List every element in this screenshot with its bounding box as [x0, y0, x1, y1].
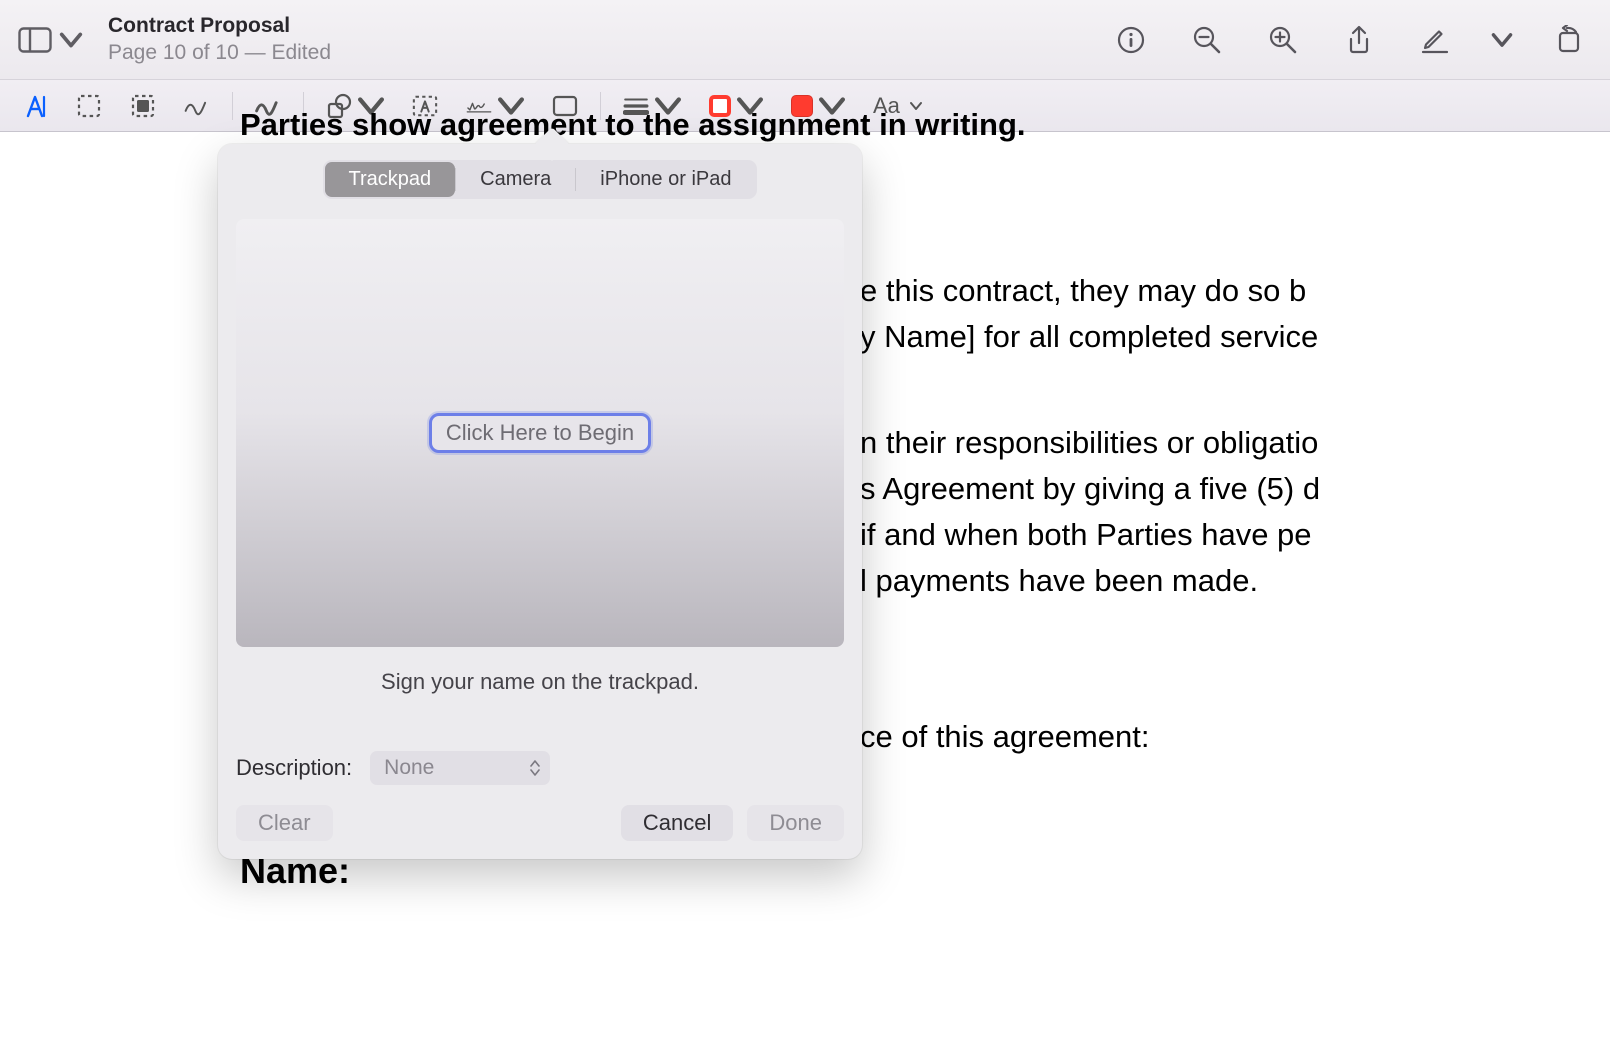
share-icon: [1344, 25, 1374, 55]
clear-button[interactable]: Clear: [236, 805, 333, 841]
chevron-down-icon: [1490, 25, 1514, 55]
toolbar-right-group: [1110, 19, 1596, 61]
zoom-in-button[interactable]: [1262, 19, 1304, 61]
info-icon: [1116, 25, 1146, 55]
doc-text-line: y Name] for all completed service: [860, 314, 1610, 360]
rotate-button[interactable]: [1548, 19, 1590, 61]
stepper-icon: [530, 760, 540, 776]
markup-more-button[interactable]: [1490, 19, 1514, 61]
doc-text-line: e this contract, they may do so b: [860, 268, 1610, 314]
doc-heading-line: Parties show agreement to the assignment…: [240, 102, 1610, 148]
begin-signature-button[interactable]: Click Here to Begin: [429, 413, 651, 453]
pencil-icon: [1420, 25, 1450, 55]
tab-device[interactable]: iPhone or iPad: [576, 162, 755, 197]
signature-canvas[interactable]: Click Here to Begin: [236, 219, 844, 647]
doc-text-line: l payments have been made.: [860, 558, 1610, 604]
share-button[interactable]: [1338, 19, 1380, 61]
sidebar-toggle-button[interactable]: [10, 21, 96, 59]
description-row: Description: None: [236, 751, 844, 785]
markup-button[interactable]: [1414, 19, 1456, 61]
chevron-down-icon: [54, 27, 88, 53]
done-button[interactable]: Done: [747, 805, 844, 841]
tab-camera[interactable]: Camera: [456, 162, 575, 197]
title-block: Contract Proposal Page 10 of 10 — Edited: [108, 13, 331, 66]
cancel-button[interactable]: Cancel: [621, 805, 733, 841]
doc-text-line: if and when both Parties have pe: [860, 512, 1610, 558]
toolbar-left-group: Contract Proposal Page 10 of 10 — Edited: [10, 13, 331, 66]
signature-hint: Sign your name on the trackpad.: [236, 669, 844, 695]
description-value: None: [384, 756, 434, 780]
description-label: Description:: [236, 755, 352, 781]
doc-text-line: n their responsibilities or obligatio: [860, 420, 1610, 466]
zoom-out-icon: [1192, 25, 1222, 55]
tab-trackpad[interactable]: Trackpad: [325, 162, 456, 197]
doc-text-line: ce of this agreement:: [860, 714, 1610, 760]
sidebar-icon: [18, 27, 52, 53]
info-button[interactable]: [1110, 19, 1152, 61]
document-title: Contract Proposal: [108, 13, 331, 39]
popover-button-row: Clear Cancel Done: [236, 805, 844, 841]
window-toolbar: Contract Proposal Page 10 of 10 — Edited: [0, 0, 1610, 80]
zoom-in-icon: [1268, 25, 1298, 55]
doc-text-line: s Agreement by giving a five (5) d: [860, 466, 1610, 512]
description-select[interactable]: None: [370, 751, 550, 785]
document-subtitle: Page 10 of 10 — Edited: [108, 40, 331, 66]
zoom-out-button[interactable]: [1186, 19, 1228, 61]
rotate-icon: [1554, 25, 1584, 55]
signature-source-segment: Trackpad Camera iPhone or iPad: [236, 160, 844, 199]
signature-popover: Trackpad Camera iPhone or iPad Click Her…: [218, 144, 862, 859]
